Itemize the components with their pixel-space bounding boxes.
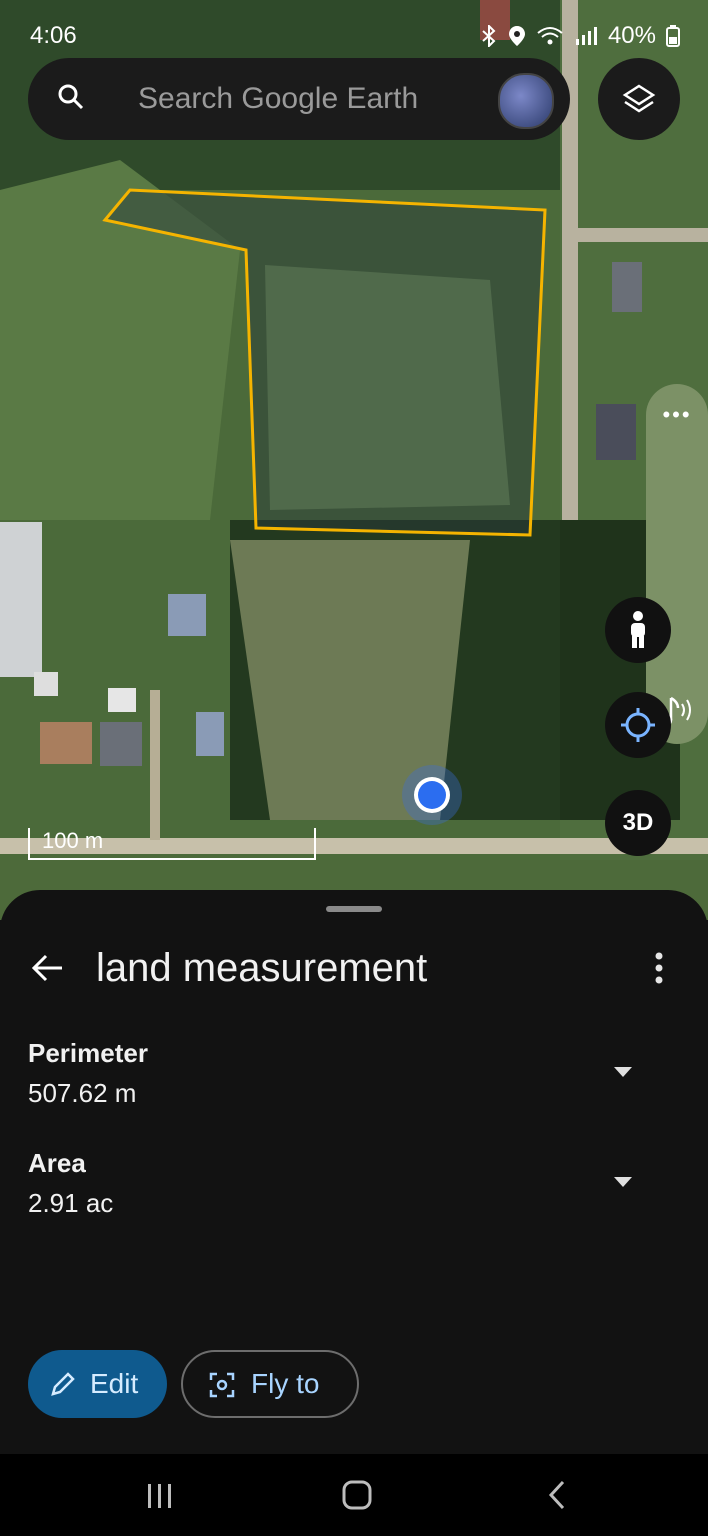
perimeter-label: Perimeter [28, 1038, 148, 1068]
fly-to-button[interactable]: Fly to [181, 1350, 359, 1418]
search-icon [58, 84, 84, 110]
pencil-icon [51, 1372, 75, 1396]
layers-button[interactable] [598, 58, 680, 140]
my-location-button[interactable] [605, 692, 671, 758]
wifi-icon [537, 27, 563, 45]
search-placeholder[interactable]: Search Google Earth [138, 82, 418, 116]
fly-to-label: Fly to [251, 1368, 320, 1399]
more-vert-icon[interactable] [648, 950, 670, 986]
3d-toggle-button[interactable]: 3D [605, 790, 671, 856]
battery-icon [666, 25, 680, 47]
perimeter-value: 507.62 m [28, 1078, 137, 1108]
edit-button[interactable]: Edit [28, 1350, 167, 1418]
location-icon [621, 708, 655, 742]
drag-handle[interactable] [326, 906, 382, 912]
bluetooth-icon [482, 25, 496, 47]
map-view[interactable]: 4:06 40% Search Google Earth ••• 3D 100 … [0, 0, 708, 920]
focus-icon [209, 1372, 235, 1398]
location-pin-icon [508, 26, 525, 46]
area-label: Area [28, 1148, 86, 1178]
search-bar[interactable]: Search Google Earth [28, 58, 570, 140]
scale-label: 100 m [42, 828, 104, 853]
status-time: 4:06 [30, 22, 77, 49]
measurement-title: land measurement [96, 946, 428, 990]
street-view-button[interactable] [605, 597, 671, 663]
scale-bar: 100 m [28, 828, 316, 860]
account-avatar[interactable] [498, 73, 554, 129]
system-nav-bar [0, 1454, 708, 1536]
pegman-icon [631, 611, 645, 648]
layers-icon [622, 84, 656, 113]
home-icon[interactable] [342, 1480, 372, 1510]
signal-icon [575, 27, 597, 45]
area-unit-dropdown[interactable] [614, 1177, 632, 1187]
perimeter-unit-dropdown[interactable] [614, 1067, 632, 1077]
recent-apps-icon[interactable] [145, 1482, 175, 1510]
back-nav-icon[interactable] [545, 1480, 569, 1510]
edit-label: Edit [90, 1368, 139, 1399]
back-arrow-icon[interactable] [30, 950, 66, 986]
area-value: 2.91 ac [28, 1188, 114, 1218]
side-tool-panel[interactable]: ••• [646, 384, 708, 744]
more-dots-icon[interactable]: ••• [646, 402, 708, 428]
battery-percent: 40% [607, 22, 656, 49]
status-bar: 4:06 40% [0, 18, 708, 52]
bottom-sheet: land measurement Perimeter 507.62 m Area… [0, 890, 708, 1454]
